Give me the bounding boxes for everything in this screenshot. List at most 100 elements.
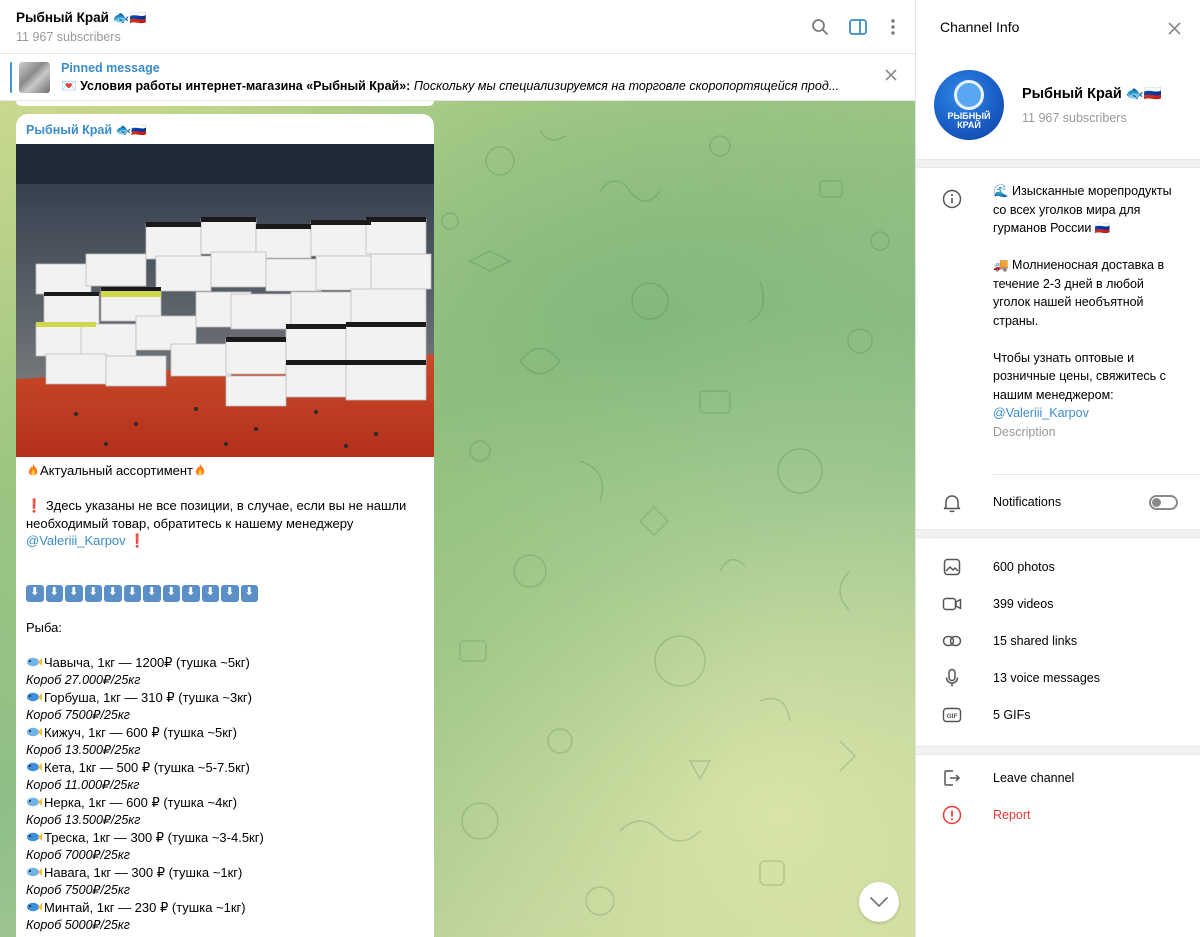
description-paragraph-1: 🌊 Изысканные морепродукты со всех уголко…	[993, 184, 1172, 235]
fish-item: Треска, 1кг — 300 ₽ (тушка ~3-4.5кг)	[26, 829, 426, 847]
post-section-title: Рыба:	[26, 620, 63, 635]
search-icon[interactable]	[810, 17, 830, 37]
link-icon	[941, 630, 963, 652]
leave-icon	[941, 767, 963, 789]
pinned-message-bar[interactable]: Pinned message 💌 Условия работы интернет…	[0, 54, 915, 101]
description-divider	[993, 474, 1200, 475]
channel-name: Рыбный Край 🐟🇷🇺	[1022, 86, 1162, 102]
down-arrow-icon: ⬇	[182, 584, 200, 602]
media-row-gif[interactable]: 5 GIFs	[993, 708, 1031, 722]
channel-description: 🌊 Изысканные морепродукты со всех уголко…	[993, 182, 1183, 441]
report-button[interactable]: Report	[993, 808, 1031, 822]
fish-item-box-price: Короб 13.500₽/25кг	[26, 812, 141, 827]
notifications-label: Notifications	[993, 495, 1062, 509]
post-notice: ❗ Здесь указаны не все позиции, в случае…	[26, 497, 426, 550]
down-arrow-icon: ⬇	[123, 584, 141, 602]
down-arrow-icon: ⬇	[143, 584, 161, 602]
pinned-indicator	[10, 62, 12, 93]
panel-title: Channel Info	[940, 19, 1020, 35]
fish-item: Кижуч, 1кг — 600 ₽ (тушка ~5кг)	[26, 724, 426, 742]
description-label: Description	[993, 424, 1056, 439]
fish-item: Кета, 1кг — 500 ₽ (тушка ~5-7.5кг)	[26, 759, 426, 777]
close-icon[interactable]	[1164, 18, 1184, 38]
fish-icon	[27, 867, 42, 877]
fish-item-name: Треска, 1кг — 300 ₽ (тушка ~3-4.5кг)	[44, 830, 264, 845]
down-arrow-icon: ⬇	[84, 584, 102, 602]
post-notice-text: Здесь указаны не все позиции, в случае, …	[26, 498, 407, 531]
microphone-icon	[941, 667, 963, 689]
previous-message-edge	[16, 101, 434, 106]
down-arrow-icon: ⬇	[201, 584, 219, 602]
description-paragraph-3: Чтобы узнать оптовые и розничные цены, с…	[993, 350, 1166, 402]
fish-item-name: Кета, 1кг — 500 ₽ (тушка ~5-7.5кг)	[44, 760, 250, 775]
post-author[interactable]: Рыбный Край 🐟🇷🇺	[26, 123, 147, 138]
info-icon	[941, 188, 963, 210]
down-arrow-icon: ⬇	[221, 584, 239, 602]
fish-item: Нерка, 1кг — 600 ₽ (тушка ~4кг)	[26, 794, 426, 812]
fish-item-name: Кижуч, 1кг — 600 ₽ (тушка ~5кг)	[44, 725, 237, 740]
down-arrow-icon: ⬇	[162, 584, 180, 602]
media-row-microphone[interactable]: 13 voice messages	[993, 671, 1100, 685]
fish-icon	[27, 692, 42, 702]
fish-item: Минтай, 1кг — 230 ₽ (тушка ~1кг)	[26, 899, 426, 917]
pinned-italic-text: Поскольку мы специализируемся на торговл…	[413, 79, 840, 93]
bell-icon	[941, 492, 963, 514]
channel-info-panel: Channel Info РЫБНЫЙ КРАЙ Рыбный Край 🐟🇷🇺…	[915, 0, 1200, 937]
fish-item-box-price: Короб 13.500₽/25кг	[26, 742, 141, 757]
media-row-link[interactable]: 15 shared links	[993, 634, 1077, 648]
down-arrow-icon: ⬇	[104, 584, 122, 602]
channel-post[interactable]: Рыбный Край 🐟🇷🇺 Актуальный ассортимент ❗…	[16, 114, 434, 937]
media-row-video[interactable]: 399 videos	[993, 597, 1053, 611]
chat-subscriber-count: 11 967 subscribers	[16, 30, 121, 44]
down-arrow-icon: ⬇	[65, 584, 83, 602]
post-headline: Актуальный ассортимент	[26, 462, 426, 480]
description-manager-link[interactable]: @Valeriii_Karpov	[993, 404, 1183, 423]
leave-channel-button[interactable]: Leave channel	[993, 771, 1074, 785]
chat-header[interactable]: Рыбный Край 🐟🇷🇺 11 967 subscribers	[0, 0, 915, 54]
close-pinned-icon[interactable]	[882, 66, 900, 84]
fish-icon	[27, 657, 42, 667]
post-photo[interactable]	[16, 144, 434, 457]
svg-text:GIF: GIF	[947, 713, 958, 720]
avatar-text-line-2: КРАЙ	[957, 120, 981, 130]
fish-item-name: Горбуша, 1кг — 310 ₽ (тушка ~3кг)	[44, 690, 252, 705]
pinned-thumbnail	[19, 62, 50, 93]
down-arrow-icon: ⬇	[45, 584, 63, 602]
fish-icon	[27, 902, 42, 912]
section-divider	[916, 159, 1200, 168]
fish-item: Навага, 1кг — 300 ₽ (тушка ~1кг)	[26, 864, 426, 882]
description-paragraph-2: 🚚 Молниеносная доставка в течение 2-3 дн…	[993, 258, 1165, 328]
pinned-bold-text: Условия работы интернет-магазина «Рыбный…	[80, 79, 411, 93]
chevron-down-icon	[870, 897, 888, 907]
fish-item-name: Чавыча, 1кг — 1200₽ (тушка ~5кг)	[44, 655, 250, 670]
chat-title[interactable]: Рыбный Край 🐟🇷🇺	[16, 10, 146, 26]
fish-item-name: Навага, 1кг — 300 ₽ (тушка ~1кг)	[44, 865, 243, 880]
more-options-icon[interactable]	[883, 17, 903, 37]
photo-icon	[941, 556, 963, 578]
chat-column: Рыбный Край 🐟🇷🇺 11 967 subscribers Pinne…	[0, 0, 915, 937]
fish-item-box-price: Короб 27.000₽/25кг	[26, 672, 141, 687]
scroll-down-button[interactable]	[859, 882, 899, 922]
gif-icon: GIF	[941, 704, 963, 726]
fire-icon	[195, 464, 205, 476]
post-headline-text: Актуальный ассортимент	[40, 463, 194, 478]
manager-link[interactable]: @Valeriii_Karpov	[26, 533, 126, 548]
section-divider	[916, 529, 1200, 538]
notifications-toggle[interactable]	[1149, 495, 1178, 510]
channel-subscribers: 11 967 subscribers	[1022, 111, 1127, 125]
fish-logo-icon	[954, 80, 984, 110]
media-row-photo[interactable]: 600 photos	[993, 560, 1055, 574]
exclamation-icon: ❗	[26, 498, 43, 513]
report-icon	[941, 804, 963, 826]
channel-avatar[interactable]: РЫБНЫЙ КРАЙ	[934, 70, 1004, 140]
fish-item-name: Минтай, 1кг — 230 ₽ (тушка ~1кг)	[44, 900, 246, 915]
pinned-emoji: 💌	[61, 79, 77, 93]
fish-item-box-price: Короб 7500₽/25кг	[26, 707, 130, 722]
fish-item-box-price: Короб 7500₽/25кг	[26, 882, 130, 897]
fish-price-list: Чавыча, 1кг — 1200₽ (тушка ~5кг) Короб 27…	[26, 654, 426, 934]
down-arrow-row: ⬇ ⬇ ⬇ ⬇ ⬇ ⬇ ⬇ ⬇ ⬇ ⬇ ⬇ ⬇	[26, 584, 426, 602]
fish-item-name: Нерка, 1кг — 600 ₽ (тушка ~4кг)	[44, 795, 238, 810]
sidebar-toggle-icon[interactable]	[848, 17, 868, 37]
fish-item: Чавыча, 1кг — 1200₽ (тушка ~5кг)	[26, 654, 426, 672]
section-divider	[916, 746, 1200, 755]
